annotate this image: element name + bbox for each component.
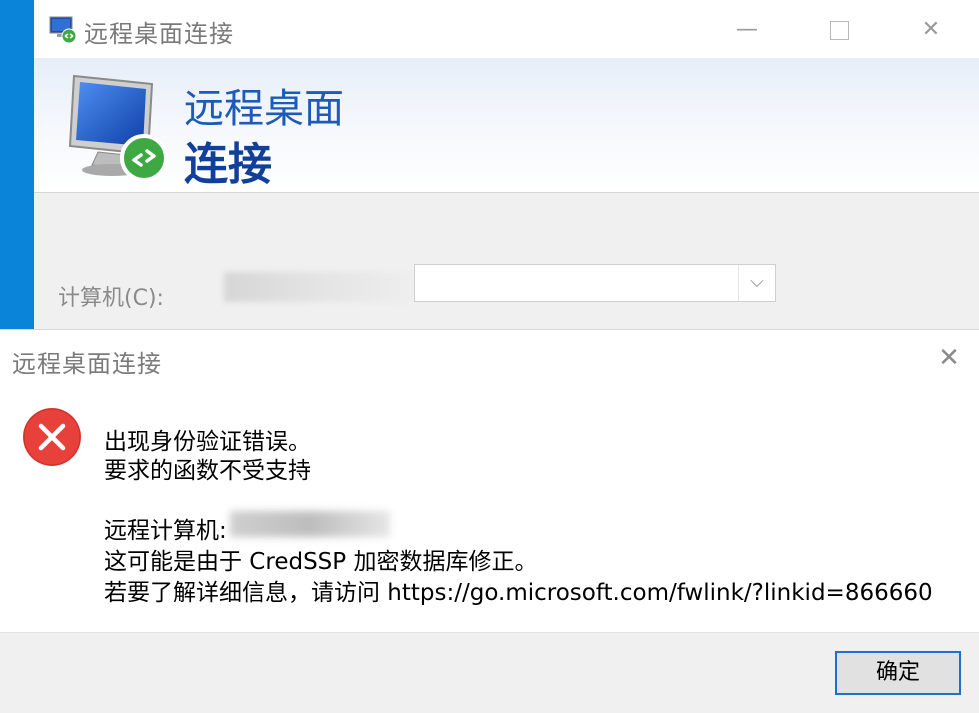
maximize-button[interactable]	[816, 12, 862, 48]
error-message-line5: 若要了解详细信息，请访问 https://go.microsoft.com/fw…	[104, 580, 933, 606]
remote-computer-label: 远程计算机:	[104, 518, 227, 544]
error-dialog-close-button[interactable]: ✕	[926, 340, 972, 376]
error-message-line4: 这可能是由于 CredSSP 加密数据库修正。	[104, 549, 538, 575]
rdp-title-icon	[49, 16, 77, 44]
desktop-background	[0, 0, 33, 330]
rdp-banner: 远程桌面 连接	[34, 58, 979, 193]
ok-button[interactable]: 确定	[835, 651, 961, 695]
minimize-icon: —	[736, 17, 758, 42]
rdp-window-title: 远程桌面连接	[84, 20, 234, 48]
close-icon: ✕	[938, 343, 960, 373]
banner-title-line2: 连接	[184, 139, 272, 190]
rdp-main-window: 远程桌面连接 — ✕ 远程桌面 连接 计算机(C): ⌵	[33, 0, 979, 330]
maximize-icon	[829, 21, 849, 40]
computer-combobox[interactable]: ⌵	[414, 264, 776, 302]
computer-value-redacted	[224, 272, 414, 302]
computer-label: 计算机(C):	[58, 286, 164, 311]
error-dialog-title: 远程桌面连接	[12, 350, 162, 378]
chevron-down-icon[interactable]: ⌵	[738, 265, 775, 301]
error-dialog: 远程桌面连接 ✕ 出现身份验证错误。 要求的函数不受支持 远程计算机: 这可能是…	[0, 329, 979, 713]
close-icon: ✕	[921, 17, 941, 42]
banner-title-line1: 远程桌面	[184, 86, 344, 132]
minimize-button[interactable]: —	[724, 12, 770, 48]
error-dialog-footer: 确定	[0, 632, 979, 713]
remote-computer-redacted	[230, 511, 390, 537]
rdp-close-button[interactable]: ✕	[908, 12, 954, 48]
error-message-line2: 要求的函数不受支持	[104, 458, 311, 484]
error-icon	[23, 408, 81, 466]
rdp-monitor-icon	[68, 74, 168, 182]
rdp-titlebar: 远程桌面连接 — ✕	[34, 0, 979, 58]
